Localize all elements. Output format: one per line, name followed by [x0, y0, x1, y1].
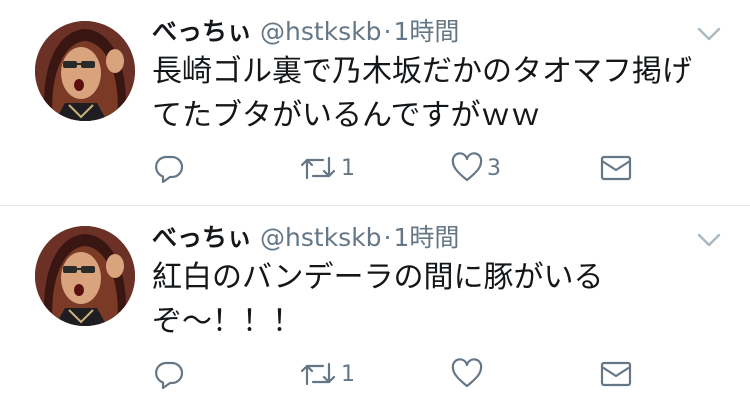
avatar-photo [35, 21, 135, 121]
direct-message-button[interactable] [599, 354, 633, 394]
reply-button[interactable] [153, 354, 189, 394]
like-button[interactable] [451, 354, 487, 394]
retweet-icon [299, 152, 337, 184]
user-handle[interactable]: @hstkskb [260, 17, 382, 46]
avatar[interactable] [35, 21, 135, 121]
envelope-icon [599, 153, 633, 183]
heart-icon [451, 358, 483, 390]
reply-icon [153, 358, 185, 390]
retweet-count: 1 [341, 155, 355, 181]
tweet-actions: 1 [0, 354, 750, 394]
like-count: 3 [487, 155, 501, 181]
avatar-photo [35, 226, 135, 326]
heart-icon [451, 152, 483, 184]
timestamp[interactable]: 1時間 [394, 223, 460, 252]
like-button[interactable]: 3 [451, 148, 501, 188]
direct-message-button[interactable] [599, 148, 633, 188]
tweet-text: 長崎ゴル裏で乃木坂だかのタオマフ掲げ てたブタがいるんですがｗｗ [152, 54, 692, 133]
tweet[interactable]: べっちぃ @hstkskb·1時間 長崎ゴル裏で乃木坂だかのタオマフ掲げ てたブタ… [0, 0, 750, 205]
reply-icon [153, 152, 185, 184]
user-handle[interactable]: @hstkskb [260, 223, 382, 252]
envelope-icon [599, 359, 633, 389]
display-name[interactable]: べっちぃ [152, 223, 252, 252]
tweet-header: べっちぃ @hstkskb·1時間 [152, 14, 459, 50]
separator-dot: · [383, 17, 392, 46]
retweet-button[interactable]: 1 [299, 354, 355, 394]
display-name[interactable]: べっちぃ [152, 17, 252, 46]
retweet-count: 1 [341, 361, 355, 387]
tweet-header: べっちぃ @hstkskb·1時間 [152, 220, 459, 256]
timestamp[interactable]: 1時間 [394, 17, 460, 46]
avatar[interactable] [35, 226, 135, 326]
separator-dot: · [383, 223, 392, 252]
retweet-icon [299, 358, 337, 390]
tweet-text: 紅白のバンデーラの間に豚がいる ぞ〜！！！ [152, 260, 604, 339]
tweet[interactable]: べっちぃ @hstkskb·1時間 紅白のバンデーラの間に豚がいる ぞ〜！！！ [0, 206, 750, 407]
retweet-button[interactable]: 1 [299, 148, 355, 188]
chevron-down-icon[interactable] [697, 232, 721, 248]
tweet-actions: 1 3 [0, 148, 750, 188]
reply-button[interactable] [153, 148, 189, 188]
chevron-down-icon[interactable] [697, 26, 721, 42]
